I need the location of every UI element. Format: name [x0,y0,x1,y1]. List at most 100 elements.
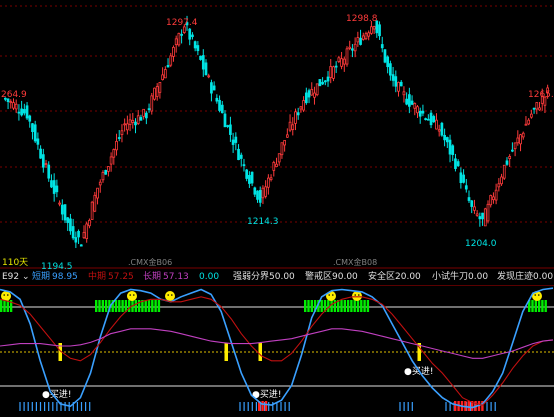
dealer-label: 发现庄迹 [497,272,534,282]
candle-body [275,163,278,167]
candle-body [104,169,108,175]
candle-body [473,206,476,211]
candle-body [139,117,143,121]
candle-body [264,186,268,197]
smiley-eye [354,294,357,296]
candle-body [172,46,175,57]
candle-body [378,24,381,37]
candle-body [242,164,246,167]
candle-body [69,218,72,232]
candle-body [521,132,525,138]
candle-body [294,111,297,124]
candle-body [39,148,42,159]
candle-body [126,123,129,131]
candle-body [234,136,238,143]
alert-block [534,300,537,312]
candle-body [52,180,56,194]
smiley-eye [7,294,9,296]
smiley-eye [171,294,173,296]
price-label-low-3: 1204.0 [465,239,497,249]
candle-body [505,160,509,165]
chevron-down-icon[interactable]: ⌄ [22,269,30,285]
candle-body [60,204,64,215]
candle-body [340,58,343,67]
candle-body [163,69,167,79]
signal-bar [258,343,262,361]
candle-body [33,124,37,142]
period-label: 110天 [2,258,28,268]
candle-body [96,187,99,199]
candle-body [248,174,251,184]
alert-block [310,300,313,312]
candle-body [180,33,183,36]
candle-body [204,62,208,76]
candle-body [25,105,29,119]
strength-value: 50.00 [269,272,295,282]
candle-body [519,134,522,145]
candle-body [20,108,23,116]
candle-body [481,212,484,220]
candle-body [435,119,438,130]
alert-block [307,300,310,312]
bottom-marker [467,401,470,411]
smiley-eye [328,294,331,296]
candle-body [302,100,305,111]
candle-body [17,111,21,114]
candle-body [353,43,357,52]
safe-label: 安全区 [368,272,396,282]
candle-body [174,38,178,46]
candle-body [494,189,498,201]
extra-value: 0.00 [199,272,220,282]
candle-body [402,91,406,96]
alert-block [151,300,154,312]
candle-body [408,94,411,107]
strength-label: 强弱分界 [233,272,270,282]
candle-body [220,104,224,114]
candle-body [112,149,116,158]
candle-body [348,46,352,49]
candle-body [188,28,192,40]
candle-body [356,37,360,43]
candle-body [128,119,132,125]
candle-body [321,81,324,85]
candle-body [12,102,15,109]
alert-block [98,300,101,312]
candle-body [323,80,327,83]
candle-body [145,112,148,119]
mid-value: 57.25 [108,272,134,282]
candle-body [508,156,512,159]
candle-body [79,244,83,247]
candle-body [432,116,436,123]
candle-body [410,100,414,105]
candle-body [166,65,170,68]
long-value: 57.13 [163,272,189,282]
candle-body [150,95,154,112]
smiley-eye [129,294,131,296]
candle-body [44,163,48,166]
indicator-name[interactable]: E92 [2,269,19,285]
candle-body [334,65,338,68]
candle-body [332,66,335,79]
smiley-eye [538,294,540,296]
candle-body [429,112,433,126]
trial-label: 小试牛刀 [432,272,469,282]
candle-body [218,99,221,111]
candle-body [345,48,349,65]
candle-body [147,108,151,111]
smiley-icon [165,291,175,301]
chart-svg[interactable]: 264.9 1297.4 1298.8 1265.0 1194.5 1214.3… [0,0,554,413]
candle-body [372,26,376,30]
candle-body [424,118,427,121]
candle-body [389,63,392,76]
candle-body [245,169,249,179]
candle-body [413,103,417,109]
price-label-left-edge: 264.9 [1,90,27,100]
candle-body [250,171,254,184]
smiley-eye [167,294,169,296]
candle-body [283,140,286,146]
candle-body [212,85,216,91]
candle-body [361,35,365,40]
indicator-header: E92 ⌄ 短期 98.95 中期 57.25 长期 57.13 0.00 强弱… [0,269,554,286]
candle-body [155,86,159,97]
contract-watermark-1: .CMX金B06 [128,257,172,267]
